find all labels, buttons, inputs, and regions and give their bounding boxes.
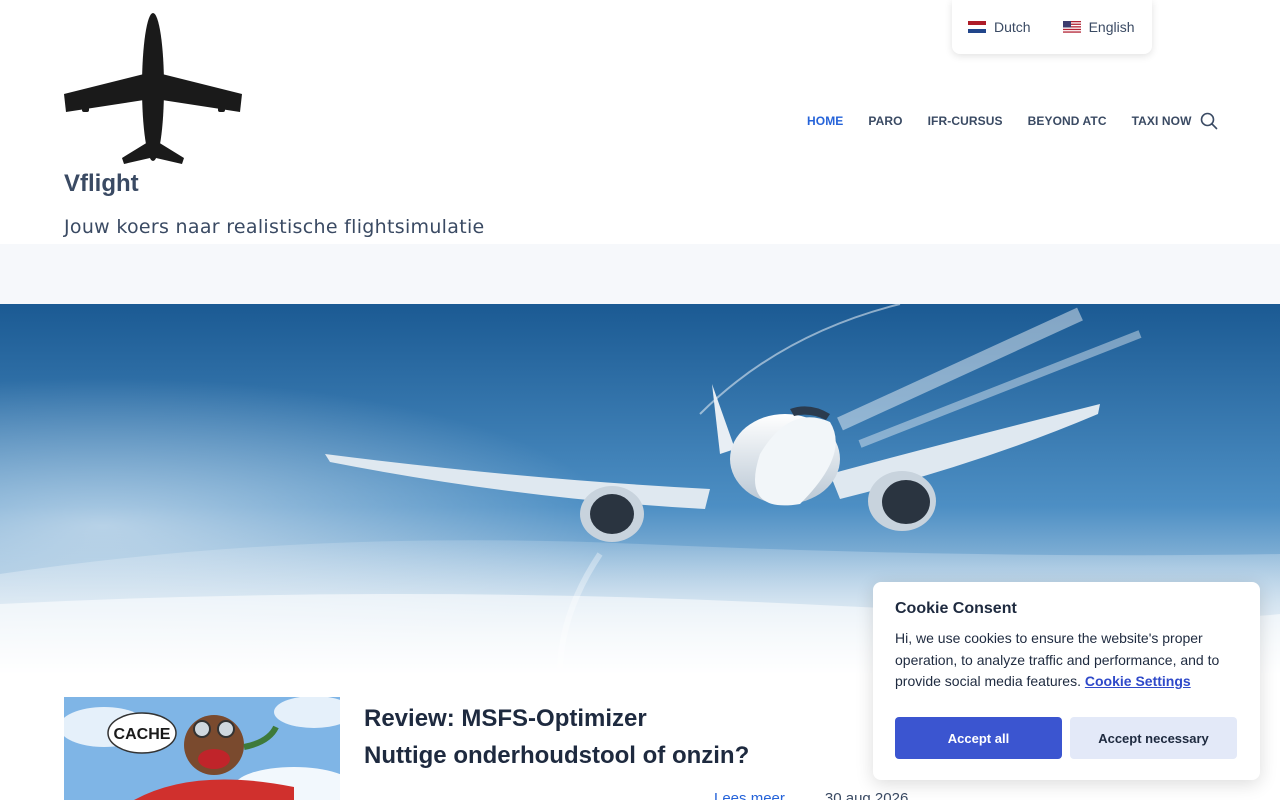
cookie-consent-text: Hi, we use cookies to ensure the website… — [895, 628, 1238, 693]
airplane-logo-icon[interactable] — [64, 12, 244, 166]
site-header: Vflight Jouw koers naar realistische fli… — [0, 0, 1280, 244]
nav-item-beyond-atc[interactable]: BEYOND ATC — [1028, 114, 1107, 128]
nav-item-ifr-cursus[interactable]: IFR-CURSUS — [928, 114, 1003, 128]
post-date: 30 aug 2026 — [824, 790, 909, 800]
nav-item-paro[interactable]: PARO — [868, 114, 902, 128]
site-title[interactable]: Vflight — [64, 170, 139, 198]
cookie-settings-link[interactable]: Cookie Settings — [1085, 673, 1191, 689]
header-spacer-band — [0, 244, 1280, 304]
site-tagline: Jouw koers naar realistische flightsimul… — [64, 216, 485, 238]
language-label: English — [1088, 19, 1135, 35]
language-option-english[interactable]: English — [1062, 19, 1135, 35]
us-flag-icon — [1062, 21, 1081, 33]
read-more-link[interactable]: Lees meer — [714, 790, 785, 800]
post-title-line: Review: MSFS-Optimizer — [364, 705, 647, 732]
main-navigation: HOME PARO IFR-CURSUS BEYOND ATC TAXI NOW — [807, 114, 1217, 128]
language-switcher: Dutch English — [952, 0, 1152, 54]
post-title-line: Nuttige onderhoudstool of onzin? — [364, 742, 750, 769]
search-icon[interactable] — [1200, 112, 1218, 130]
accept-necessary-button[interactable]: Accept necessary — [1070, 717, 1237, 759]
accept-all-button[interactable]: Accept all — [895, 717, 1062, 759]
post-meta: Lees meer 30 aug 2026 — [714, 790, 908, 800]
thumbnail-cache-text: CACHE — [114, 726, 171, 743]
post-title[interactable]: Review: MSFS-Optimizer Nuttige onderhoud… — [364, 700, 844, 774]
nl-flag-icon — [968, 21, 986, 33]
cookie-consent-dialog: Cookie Consent Hi, we use cookies to ens… — [873, 582, 1260, 780]
post-thumbnail-image[interactable]: CACHE — [64, 697, 340, 800]
cookie-buttons: Accept all Accept necessary — [895, 717, 1237, 759]
nav-item-home[interactable]: HOME — [807, 114, 843, 128]
nav-item-taxi-now[interactable]: TAXI NOW — [1132, 114, 1192, 128]
page: Vflight Jouw koers naar realistische fli… — [0, 0, 1280, 800]
cookie-consent-title: Cookie Consent — [895, 600, 1017, 617]
language-option-dutch[interactable]: Dutch — [968, 19, 1031, 35]
language-label: Dutch — [994, 19, 1031, 35]
